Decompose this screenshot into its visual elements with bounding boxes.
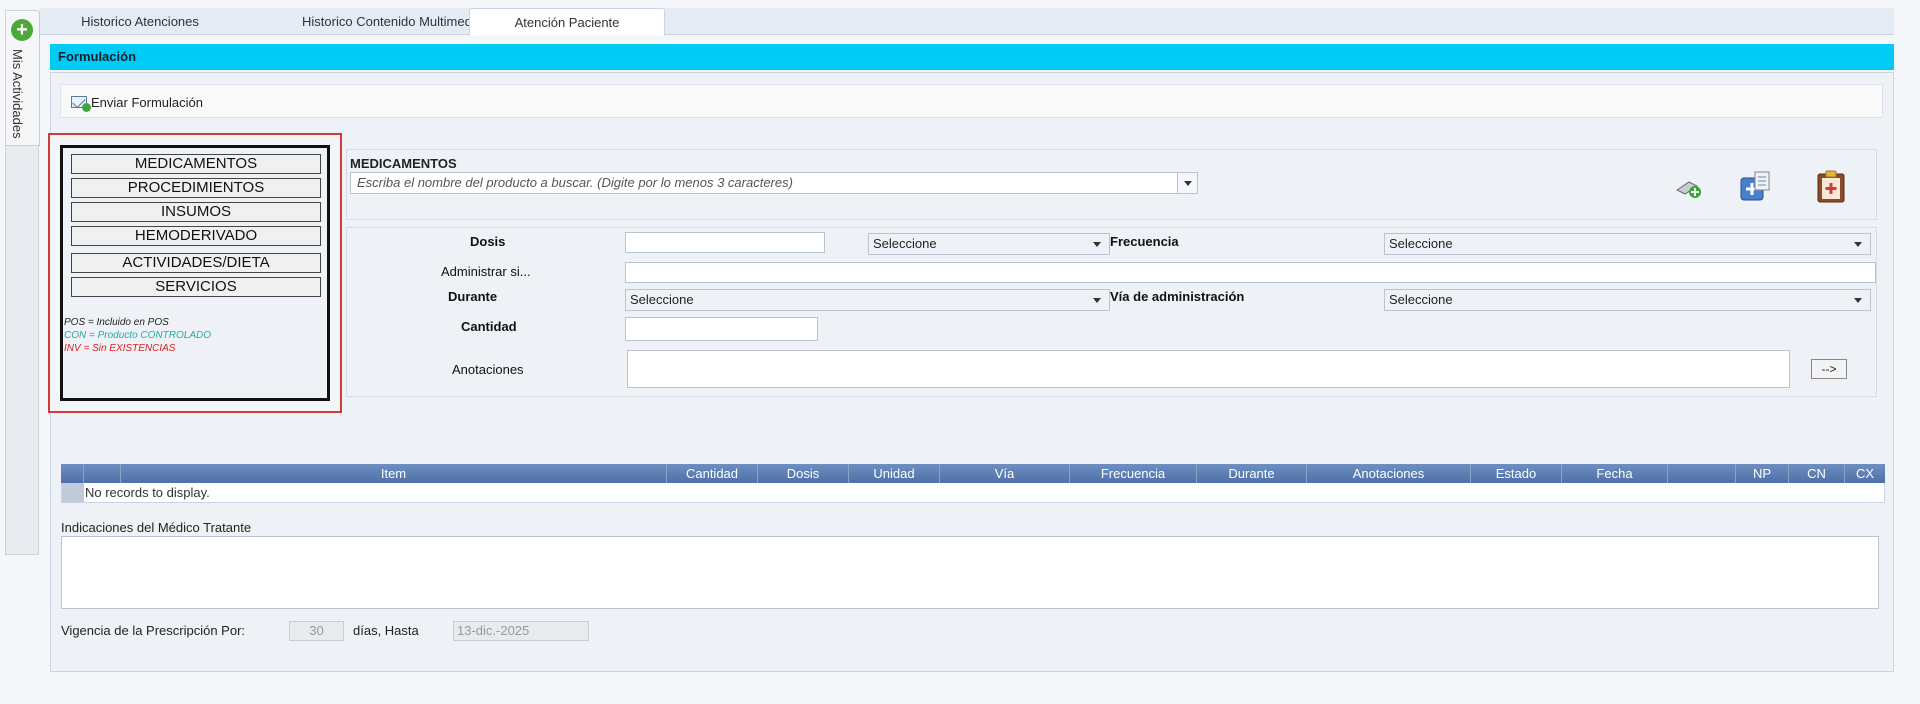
category-hemoderivado-button[interactable]: HEMODERIVADO: [71, 226, 321, 246]
legend-inv: INV = Sin EXISTENCIAS: [64, 343, 176, 354]
column-unidad[interactable]: Unidad: [849, 464, 940, 483]
send-formulation-label: Enviar Formulación: [91, 94, 203, 110]
validity-date-input[interactable]: 13-dic.-2025: [453, 621, 589, 641]
legend-pos: POS = Incluido en POS: [64, 317, 169, 328]
column-fecha[interactable]: Fecha: [1562, 464, 1668, 483]
add-item-icon[interactable]: [1673, 170, 1705, 202]
column-np[interactable]: NP: [1736, 464, 1789, 483]
column-cx[interactable]: CX: [1845, 464, 1885, 483]
column-cn[interactable]: CN: [1789, 464, 1845, 483]
grid-expand-column: [84, 464, 121, 483]
anotaciones-label: Anotaciones: [452, 362, 524, 377]
tab-atencion-paciente[interactable]: Atención Paciente: [469, 8, 665, 36]
send-formulation-button[interactable]: Enviar Formulación: [71, 93, 203, 112]
column-anotaciones[interactable]: Anotaciones: [1307, 464, 1471, 483]
administrar-input[interactable]: [625, 262, 1876, 283]
category-selector: MEDICAMENTOS PROCEDIMIENTOS INSUMOS HEMO…: [48, 133, 342, 413]
section-title: Formulación: [50, 44, 1894, 70]
add-to-list-button[interactable]: -->: [1811, 359, 1847, 379]
my-activities-label: Mis Actividades: [10, 49, 25, 139]
cantidad-label: Cantidad: [461, 319, 517, 334]
chevron-down-icon[interactable]: [1177, 173, 1197, 193]
search-title: MEDICAMENTOS: [350, 156, 457, 171]
column-estado[interactable]: Estado: [1471, 464, 1562, 483]
column-dosis[interactable]: Dosis: [758, 464, 849, 483]
medical-kit-icon[interactable]: [1738, 170, 1770, 202]
cantidad-input[interactable]: [625, 317, 818, 341]
validity-label: Vigencia de la Prescripción Por:: [61, 623, 246, 638]
durante-label: Durante: [448, 289, 498, 304]
administrar-label: Administrar si...: [441, 264, 531, 279]
my-activities-tab[interactable]: + Mis Actividades: [6, 11, 40, 146]
column-cantidad[interactable]: Cantidad: [667, 464, 758, 483]
grid-row-stub: [62, 483, 84, 502]
category-panel: MEDICAMENTOS PROCEDIMIENTOS INSUMOS HEMO…: [60, 145, 330, 401]
activities-sidebar: + Mis Actividades: [5, 10, 40, 555]
category-servicios-button[interactable]: SERVICIOS: [71, 277, 321, 297]
grid-header: Item Cantidad Dosis Unidad Vía Frecuenci…: [61, 464, 1885, 483]
tab-bar: Historico Atenciones Historico Contenido…: [40, 8, 1894, 36]
column-frecuencia[interactable]: Frecuencia: [1070, 464, 1197, 483]
durante-select[interactable]: Seleccione: [625, 289, 1110, 311]
via-label: Vía de administración: [1110, 289, 1245, 304]
category-actividades-dieta-button[interactable]: ACTIVIDADES/DIETA: [71, 253, 321, 273]
anotaciones-input[interactable]: [627, 350, 1790, 388]
grid-empty-column: [1668, 464, 1736, 483]
validity-days-input[interactable]: 30: [289, 621, 344, 641]
dosis-unit-select[interactable]: Seleccione: [868, 233, 1110, 255]
grid-body: No records to display.: [61, 483, 1885, 503]
dosis-label: Dosis: [470, 234, 506, 249]
send-mail-icon: [71, 96, 91, 112]
tab-historico-atenciones[interactable]: Historico Atenciones: [40, 8, 240, 35]
via-select[interactable]: Seleccione: [1384, 289, 1871, 311]
legend-con: CON = Producto CONTROLADO: [64, 330, 211, 341]
add-icon[interactable]: +: [11, 19, 33, 41]
frecuencia-select[interactable]: Seleccione: [1384, 233, 1871, 255]
category-medicamentos-button[interactable]: MEDICAMENTOS: [71, 154, 321, 174]
column-durante[interactable]: Durante: [1197, 464, 1307, 483]
grid-select-column: [61, 464, 84, 483]
indications-textarea[interactable]: [61, 536, 1879, 609]
clipboard-icon[interactable]: [1815, 170, 1847, 203]
indications-label: Indicaciones del Médico Tratante: [61, 520, 252, 535]
column-via[interactable]: Vía: [940, 464, 1070, 483]
category-procedimientos-button[interactable]: PROCEDIMIENTOS: [71, 178, 321, 198]
product-search-input[interactable]: Escriba el nombre del producto a buscar.…: [350, 172, 1198, 194]
dosis-input[interactable]: [625, 232, 825, 253]
frecuencia-label: Frecuencia: [1110, 234, 1179, 249]
category-insumos-button[interactable]: INSUMOS: [71, 202, 321, 222]
column-item[interactable]: Item: [121, 464, 667, 483]
search-placeholder: Escriba el nombre del producto a buscar.…: [357, 175, 793, 190]
empty-message: No records to display.: [85, 485, 210, 500]
validity-until-label: días, Hasta: [353, 623, 419, 638]
toolbar: Enviar Formulación: [60, 84, 1883, 118]
